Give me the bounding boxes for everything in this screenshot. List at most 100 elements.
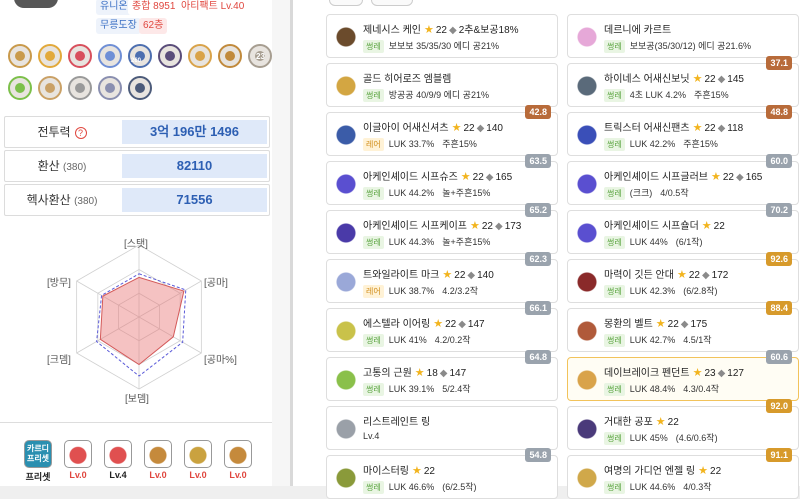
preset-label: 프리셋 xyxy=(25,472,51,482)
equipment-name: 이글아이 어새신셔츠 xyxy=(363,123,449,134)
medal-icon[interactable] xyxy=(8,76,32,100)
top-button-1[interactable] xyxy=(329,0,363,6)
equipment-icon xyxy=(573,170,601,198)
equipment-card[interactable]: 에스텔라 이어링 ★ 22 ◆ 147 썽레 LUK 41% 4.2/0.2작 66.1 xyxy=(326,301,558,352)
equipment-icon xyxy=(332,464,360,492)
medal-icon[interactable] xyxy=(68,44,92,68)
potential-grade-badge: 썽레 xyxy=(604,432,625,445)
medal-icon[interactable] xyxy=(98,76,122,100)
medal-icon[interactable] xyxy=(128,76,152,100)
star-force-value: 22 xyxy=(704,123,716,134)
equipment-detail-text: 보보공(35/30/12) 에디 공21.6% xyxy=(629,41,751,51)
convert-value: 82110 xyxy=(122,154,267,178)
equipment-card[interactable]: 아케인셰이드 시프숄더 ★ 22 썽레 LUK 44% (6/1작) 70.2 xyxy=(567,203,799,254)
equipment-details: 썽레 LUK 42.2% 주흔15% xyxy=(604,137,726,151)
medal-icon[interactable] xyxy=(38,44,62,68)
equipment-score-badge: 91.1 xyxy=(766,448,792,462)
preset-slot[interactable]: Lv.4 xyxy=(103,440,133,480)
equipment-card[interactable]: 트와일라이트 마크 ★ 22 ◆ 140 레어 LUK 38.7% 4.2/3.2작 62.3 xyxy=(326,252,558,303)
medal-icon[interactable] xyxy=(158,44,182,68)
equipment-detail-text: Lv.4 xyxy=(363,431,380,441)
equipment-detail-text: LUK 33.7% xyxy=(388,139,435,149)
equipment-name: 트와일라이트 마크 xyxy=(363,270,440,281)
medal-icon[interactable]: 260 xyxy=(128,44,152,68)
help-icon[interactable]: ? xyxy=(74,126,87,139)
equipment-icon xyxy=(332,23,360,51)
medal-icon[interactable] xyxy=(218,44,242,68)
equipment-score-badge: 62.3 xyxy=(525,252,551,266)
star-force-value: 22 xyxy=(445,319,457,330)
medal-icon[interactable] xyxy=(38,76,62,100)
equipment-icon xyxy=(573,219,601,247)
bonus-stat-value: 140 xyxy=(477,270,494,281)
equipment-detail-text: 4초 LUK 4.2% xyxy=(629,90,687,100)
equipment-card[interactable]: 리스트레인트 링 Lv.4 xyxy=(326,406,558,450)
equipment-icon xyxy=(573,415,601,443)
radar-label-boss: [보뎀] xyxy=(125,394,149,405)
equipment-card[interactable]: 아케인셰이드 시프케이프 ★ 22 ◆ 173 썽레 LUK 44.3% 놀+주흔15% 65.… xyxy=(326,203,558,254)
star-force-value: 22 xyxy=(667,417,679,428)
equipment-card[interactable]: 몽환의 벨트 ★ 22 ◆ 175 썽레 LUK 42.7% 4.5/1작 88.4 xyxy=(567,301,799,352)
equipment-card[interactable]: 골드 히어로즈 엠블렘 썽레 방공공 40/9/9 에디 공21% xyxy=(326,63,558,107)
bonus-stat-value: 172 xyxy=(711,270,729,281)
preset-slot[interactable]: Lv.0 xyxy=(223,440,253,480)
equipment-details: 썽레 LUK 42.3% (6/2.8작) xyxy=(604,284,726,298)
equipment-detail-text: 4/0.3작 xyxy=(683,482,712,492)
preset-slot[interactable]: 카르디 프리셋 프리셋 xyxy=(23,440,53,483)
equipment-name: 몽환의 벨트 xyxy=(604,319,653,330)
preset-slot[interactable]: Lv.0 xyxy=(63,440,93,480)
equipment-details: Lv.4 xyxy=(363,431,387,441)
equipment-score-badge: 66.1 xyxy=(525,301,551,315)
potential-item-icon xyxy=(224,440,252,468)
equipment-card[interactable]: 하이네스 어새신보닛 ★ 22 ◆ 145 썽레 4초 LUK 4.2% 주흔15% 37.1 xyxy=(567,56,799,107)
equipment-card[interactable]: 아케인셰이드 시프글러브 ★ 22 ◆ 165 썽레 (크크) 4/0.5작 60.0 xyxy=(567,154,799,205)
equipment-card[interactable]: 데이브레이크 펜던트 ★ 23 ◆ 127 썽레 LUK 48.4% 4.3/0.4작 60.6 xyxy=(567,350,799,401)
equipment-card[interactable]: 이글아이 어새신셔츠 ★ 22 ◆ 140 레어 LUK 33.7% 주흔15% 42.8 xyxy=(326,105,558,156)
bonus-stat-icon: ◆ xyxy=(485,172,494,183)
equipment-name: 아케인셰이드 시프슈즈 xyxy=(363,172,458,183)
medal-icon[interactable] xyxy=(8,44,32,68)
equipment-card[interactable]: 데르니에 카르트 썽레 보보공(35/30/12) 에디 공21.6% xyxy=(567,14,799,58)
equipment-detail-text: LUK 44.3% xyxy=(388,237,435,247)
equipment-card[interactable]: 여명의 가디언 엔젤 링 ★ 22 썽레 LUK 44.6% 4/0.3작 91.1 xyxy=(567,448,799,499)
preset-slot[interactable]: Lv.0 xyxy=(143,440,173,480)
top-button-2[interactable] xyxy=(371,0,413,6)
bonus-stat-icon: ◆ xyxy=(476,123,485,134)
bonus-stat-value: 147 xyxy=(467,319,485,330)
equipment-name-line: 하이네스 어새신보닛 ★ 22 ◆ 145 xyxy=(604,70,744,85)
medal-icon[interactable] xyxy=(98,44,122,68)
equipment-card[interactable]: 마이스터링 ★ 22 썽레 LUK 46.6% (6/2.5작) 54.8 xyxy=(326,448,558,499)
equipment-score-badge: 37.1 xyxy=(766,56,792,70)
potential-grade-badge: 썽레 xyxy=(604,383,625,396)
medal-icon[interactable] xyxy=(188,44,212,68)
star-icon: ★ xyxy=(710,171,721,183)
bonus-stat-icon: ◆ xyxy=(717,123,726,134)
equipment-detail-text: LUK 42.3% xyxy=(629,286,676,296)
equipment-card[interactable]: 트릭스터 어새신팬츠 ★ 22 ◆ 118 썽레 LUK 42.2% 주흔15% 48.8 xyxy=(567,105,799,156)
medal-icon[interactable]: 23 xyxy=(248,44,272,68)
equipment-name: 아케인셰이드 시프케이프 xyxy=(363,221,467,232)
star-force-value: 22 xyxy=(713,221,725,232)
equipment-card[interactable]: 마력이 깃든 안대 ★ 22 ◆ 172 썽레 LUK 42.3% (6/2.8작) 92.6 xyxy=(567,252,799,303)
medal-icon[interactable] xyxy=(68,76,92,100)
artifact-tag: 아티팩트 Lv.40 xyxy=(177,0,249,15)
preset-label: Lv.0 xyxy=(189,470,207,480)
preset-slot[interactable]: Lv.0 xyxy=(183,440,213,480)
equipment-card[interactable]: 거대한 공포 ★ 22 썽레 LUK 45% (4.6/0.6작) 92.0 xyxy=(567,399,799,450)
equipment-name-line: 데이브레이크 펜던트 ★ 23 ◆ 127 xyxy=(604,364,744,379)
star-icon: ★ xyxy=(692,122,703,134)
bonus-stat-icon: ◆ xyxy=(448,25,457,36)
equipment-card[interactable]: 고통의 근원 ★ 18 ◆ 147 썽레 LUK 39.1% 5/2.4작 64.8 xyxy=(326,350,558,401)
equipment-name: 거대한 공포 xyxy=(604,417,653,428)
equipment-card[interactable]: 제네시스 케인 ★ 22 ◆ 2추&보공18% 썽레 보보보 35/35/30 에디 공21… xyxy=(326,14,558,58)
combat-power-row: 전투력? 3억 196만 1496 xyxy=(4,116,270,148)
equipment-score-badge: 48.8 xyxy=(766,105,792,119)
potential-grade-badge: 썽레 xyxy=(363,187,384,200)
equipment-name-line: 아케인셰이드 시프글러브 ★ 22 ◆ 165 xyxy=(604,168,762,183)
bonus-stat-value: 127 xyxy=(727,368,744,379)
equipment-score-badge: 60.6 xyxy=(766,350,792,364)
equipment-card[interactable]: 아케인셰이드 시프슈즈 ★ 22 ◆ 165 썽레 LUK 44.2% 놀+주흔15% 63.5 xyxy=(326,154,558,205)
equipment-details: 썽레 LUK 44.6% 4/0.3작 xyxy=(604,480,720,494)
equipment-icon xyxy=(332,170,360,198)
equipment-name: 리스트레인트 링 xyxy=(363,417,431,428)
